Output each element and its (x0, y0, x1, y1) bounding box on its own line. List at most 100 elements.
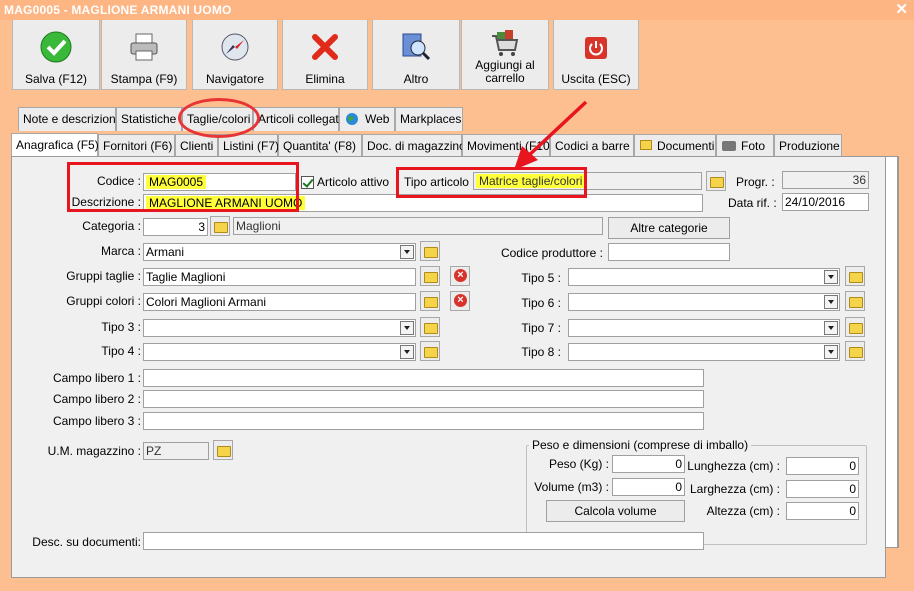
tab-produzione[interactable]: Produzione (774, 134, 842, 158)
codice-produttore-label: Codice produttore : (500, 246, 603, 260)
gruppi-taglie-label: Gruppi taglie : (66, 269, 141, 283)
gruppi-colori-field[interactable]: Colori Maglioni Armani (143, 293, 416, 311)
tab-label: Note e descrizioni (23, 112, 119, 126)
anagrafica-panel: Codice : MAG0005 Articolo attivo Tipo ar… (11, 156, 886, 578)
gruppi-taglie-folder-button[interactable] (420, 266, 440, 286)
desc-documenti-field[interactable] (143, 532, 704, 550)
tab-quantita[interactable]: Quantita' (F8) (278, 134, 362, 158)
campo-libero-3-label: Campo libero 3 : (52, 414, 141, 428)
um-folder-button[interactable] (213, 440, 233, 460)
tab-note-descrizioni[interactable]: Note e descrizioni (18, 107, 119, 131)
tipo5-folder-button[interactable] (845, 266, 865, 286)
altezza-label: Altezza (cm) : (706, 504, 780, 518)
larghezza-label: Larghezza (cm) : (689, 482, 780, 496)
articolo-attivo-checkbox[interactable] (301, 176, 314, 189)
gruppi-colori-folder-button[interactable] (420, 291, 440, 311)
um-magazzino-label: U.M. magazzino : (47, 444, 141, 458)
tipo4-folder-button[interactable] (420, 341, 440, 361)
tipo6-folder-button[interactable] (845, 291, 865, 311)
delete-button[interactable]: Elimina (282, 20, 368, 90)
tipo6-label: Tipo 6 : (521, 296, 561, 310)
add-to-cart-button[interactable]: Aggiungi al carrello (461, 20, 549, 90)
chevron-down-icon[interactable] (400, 345, 414, 359)
navigator-button[interactable]: Navigatore (192, 20, 278, 90)
tab-panel-shadow-2 (886, 156, 898, 548)
print-button[interactable]: Stampa (F9) (101, 20, 187, 90)
chevron-down-icon[interactable] (824, 345, 838, 359)
tab-statistiche[interactable]: Statistiche (116, 107, 182, 131)
tab-fornitori[interactable]: Fornitori (F6) (98, 134, 175, 158)
tipo5-label: Tipo 5 : (521, 271, 561, 285)
tipo-articolo-folder-button[interactable] (706, 171, 726, 191)
volume-label: Volume (m3) : (534, 480, 609, 494)
printer-icon (130, 33, 158, 61)
save-button[interactable]: Salva (F12) (12, 20, 100, 90)
tab-markplaces[interactable]: Markplaces (395, 107, 463, 131)
campo-libero-1-field[interactable] (143, 369, 704, 387)
campo-libero-3-field[interactable] (143, 412, 704, 430)
tipo6-select[interactable] (568, 293, 840, 311)
tab-label: Anagrafica (F5) (16, 138, 99, 152)
categoria-folder-button[interactable] (210, 216, 230, 236)
save-label: Salva (F12) (24, 72, 88, 86)
campo-libero-2-field[interactable] (143, 390, 704, 408)
tab-label: Clienti (180, 139, 214, 153)
tipo4-select[interactable] (143, 343, 416, 361)
chevron-down-icon[interactable] (824, 321, 838, 335)
tab-label: Listini (F7) (223, 139, 280, 153)
folder-icon (640, 140, 652, 150)
tab-articoli-collegati[interactable]: Articoli collegati (253, 107, 341, 131)
peso-field[interactable]: 0 (612, 455, 685, 473)
more-button[interactable]: Altro (372, 20, 460, 90)
chevron-down-icon[interactable] (400, 245, 414, 259)
campo-libero-2-label: Campo libero 2 : (52, 392, 141, 406)
add-to-cart-label-line2: carrello (485, 71, 525, 85)
tab-doc-magazzino[interactable]: Doc. di magazzino (362, 134, 466, 158)
gruppi-taglie-field[interactable]: Taglie Maglioni (143, 268, 416, 286)
marca-select[interactable]: Armani (143, 243, 416, 261)
data-rif-label: Data rif. : (728, 196, 777, 210)
tab-label: Produzione (779, 139, 840, 153)
more-label: Altro (403, 72, 429, 86)
chevron-down-icon[interactable] (400, 321, 414, 335)
categoria-label: Categoria : (82, 219, 141, 233)
altre-categorie-button[interactable]: Altre categorie (608, 217, 730, 239)
tab-foto[interactable]: Foto (716, 134, 774, 158)
gruppi-colori-label: Gruppi colori : (66, 294, 141, 308)
categoria-code-field[interactable]: 3 (143, 218, 208, 236)
exit-button[interactable]: Uscita (ESC) (553, 20, 639, 90)
volume-field[interactable]: 0 (612, 478, 685, 496)
desc-documenti-label: Desc. su documenti: (32, 535, 141, 549)
tipo7-select[interactable] (568, 319, 840, 337)
altezza-field[interactable]: 0 (786, 502, 859, 520)
close-icon[interactable]: ✕ (895, 0, 908, 20)
globe-icon (346, 113, 358, 125)
title-bar: MAG0005 - MAGLIONE ARMANI UOMO ✕ (0, 0, 914, 20)
data-rif-field[interactable]: 24/10/2016 (782, 193, 869, 211)
tipo8-folder-button[interactable] (845, 341, 865, 361)
tipo3-select[interactable] (143, 319, 416, 337)
tab-label: Web (365, 112, 390, 126)
article-window: Salva (F12) Stampa (F9) Navigatore Elimi… (6, 20, 910, 588)
articolo-attivo-label: Articolo attivo (317, 175, 390, 189)
tab-web[interactable]: Web (339, 107, 395, 131)
chevron-down-icon[interactable] (824, 295, 838, 309)
progr-label: Progr. : (736, 175, 775, 189)
chevron-down-icon[interactable] (824, 270, 838, 284)
gruppi-taglie-delete-button[interactable] (450, 266, 470, 286)
tab-anagrafica[interactable]: Anagrafica (F5) (11, 133, 99, 157)
gruppi-colori-delete-button[interactable] (450, 291, 470, 311)
codice-produttore-field[interactable] (608, 243, 730, 261)
larghezza-field[interactable]: 0 (786, 480, 859, 498)
tipo7-folder-button[interactable] (845, 317, 865, 337)
lunghezza-field[interactable]: 0 (786, 457, 859, 475)
tipo3-label: Tipo 3 : (101, 320, 141, 334)
tipo5-select[interactable] (568, 268, 840, 286)
tab-label: Doc. di magazzino (367, 139, 466, 153)
tipo3-folder-button[interactable] (420, 317, 440, 337)
progr-field: 36 (782, 171, 869, 189)
tipo8-select[interactable] (568, 343, 840, 361)
marca-folder-button[interactable] (420, 241, 440, 261)
calcola-volume-button[interactable]: Calcola volume (546, 500, 685, 522)
tab-documenti[interactable]: Documenti (634, 134, 716, 158)
